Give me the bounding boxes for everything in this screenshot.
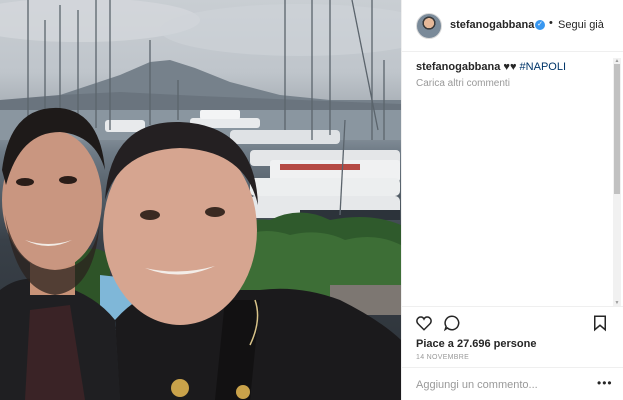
post-actions: Piace a 27.696 persone 14 NOVEMBRE ••• [402, 306, 623, 400]
comments-section: stefanogabbana ♥♥ #NAPOLI Carica altri c… [416, 60, 612, 89]
add-comment-row: ••• [402, 367, 623, 400]
caption: stefanogabbana ♥♥ #NAPOLI [416, 60, 612, 74]
comment-icon[interactable] [443, 314, 461, 332]
comments-scrollbar[interactable]: ▲ ▼ [613, 58, 621, 306]
avatar[interactable] [416, 13, 442, 39]
caption-hashtag[interactable]: #NAPOLI [520, 61, 566, 73]
following-button[interactable]: Segui già [558, 19, 604, 31]
caption-username[interactable]: stefanogabbana [416, 61, 500, 73]
post-photo[interactable] [0, 0, 401, 400]
post-date[interactable]: 14 NOVEMBRE [416, 354, 469, 361]
scrollbar-thumb[interactable] [614, 64, 620, 194]
caption-hearts: ♥♥ [503, 61, 517, 73]
verified-badge-icon: ✓ [535, 20, 545, 30]
header-separator: • [549, 17, 553, 29]
header-username[interactable]: stefanogabbana [450, 19, 534, 31]
load-more-comments-link[interactable]: Carica altri commenti [416, 78, 612, 89]
more-options-icon[interactable]: ••• [597, 376, 613, 390]
post-header: stefanogabbana ✓ • Segui già [402, 0, 623, 52]
post-sidebar: stefanogabbana ✓ • Segui già stefanogabb… [401, 0, 623, 400]
selfie-harbor-image [0, 0, 401, 400]
heart-icon[interactable] [415, 314, 433, 332]
bookmark-icon[interactable] [591, 314, 609, 332]
likes-count[interactable]: Piace a 27.696 persone [416, 338, 536, 350]
comment-input[interactable] [416, 377, 586, 393]
